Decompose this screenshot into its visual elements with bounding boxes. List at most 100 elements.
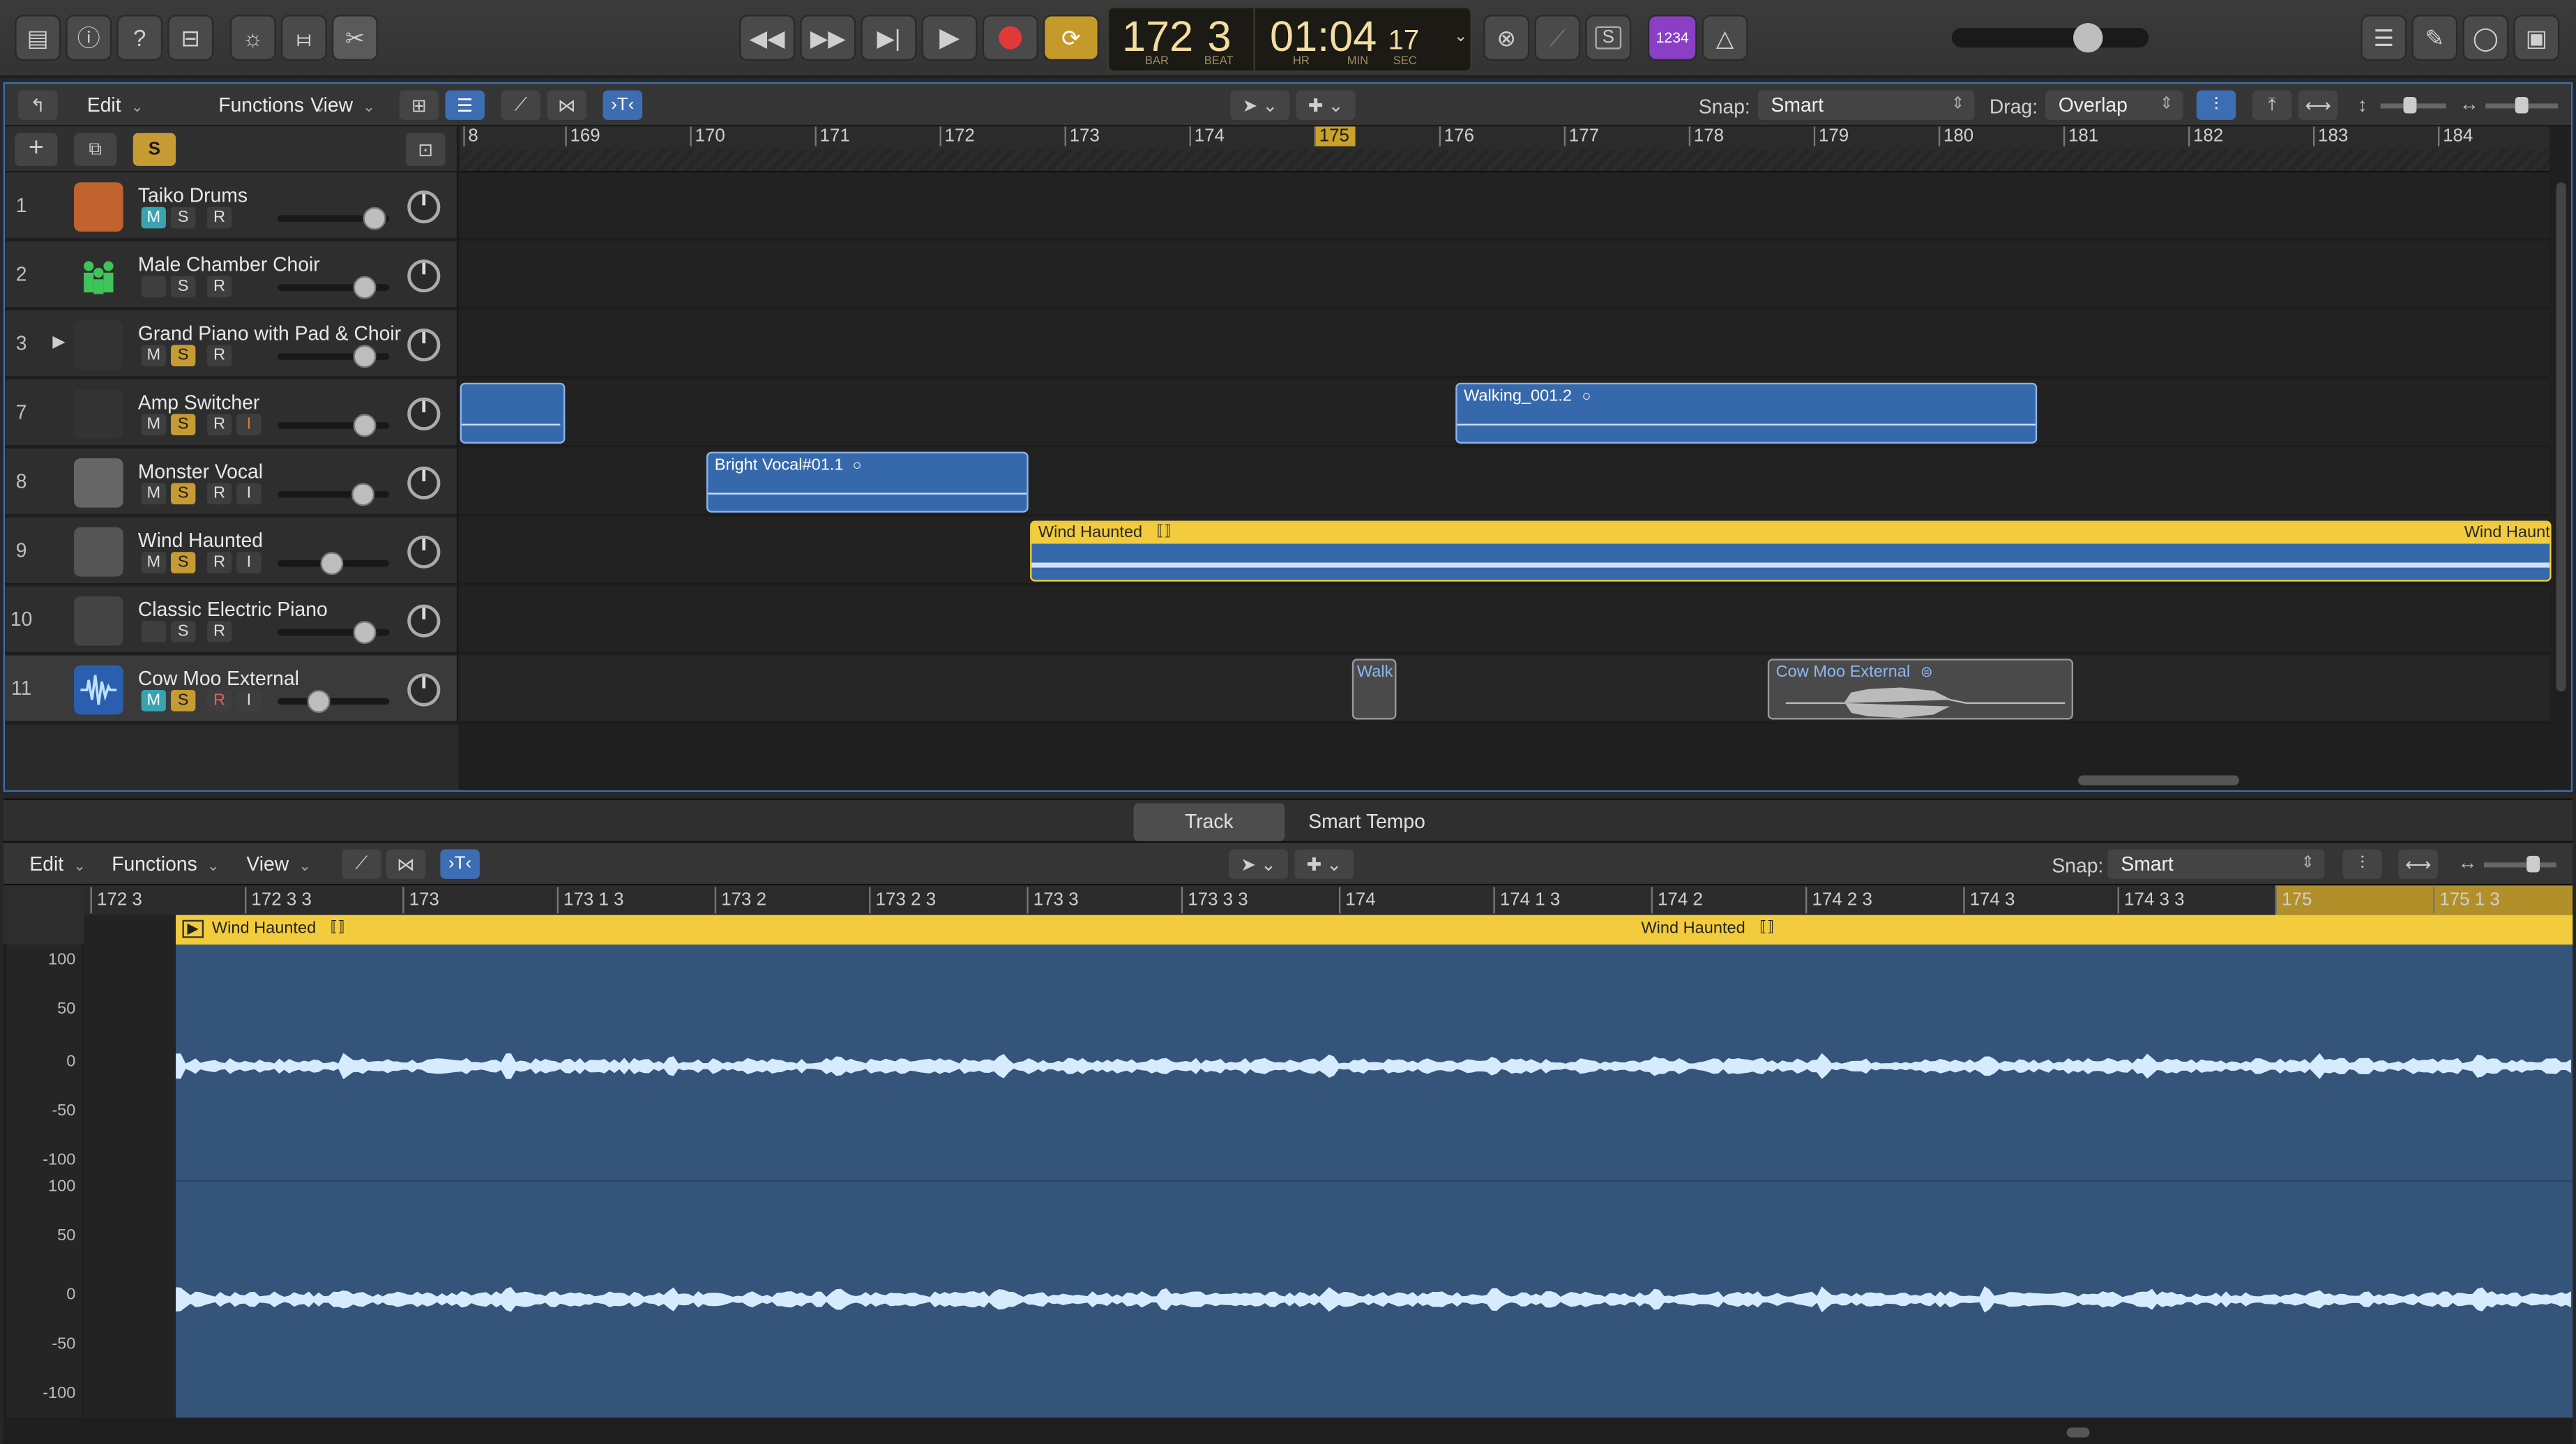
editor-functions-menu[interactable]: Functions ⌄ [112,849,219,878]
volume-fader[interactable] [278,206,390,230]
vertical-fit-button[interactable]: ⤒ [2252,90,2292,120]
region-play-icon[interactable]: ▶ [182,919,204,938]
pan-knob[interactable] [407,328,441,362]
horizontal-fit-button[interactable]: ⟷ [2298,90,2338,120]
pan-knob[interactable] [407,604,441,638]
track-header[interactable]: 1 Taiko Drums M S R [5,172,459,240]
volume-fader[interactable] [278,276,390,299]
horizontal-scrollbar[interactable] [2078,775,2239,785]
notepad-button[interactable]: ✎ [2411,15,2458,61]
volume-fader[interactable] [278,414,390,437]
track-name[interactable]: Male Chamber Choir [138,253,320,276]
volume-fader[interactable] [278,690,390,714]
volume-fader[interactable] [278,345,390,368]
disclosure-triangle-icon[interactable]: ▶ [52,333,65,352]
mute-button[interactable]: M [141,483,166,504]
volume-fader-knob[interactable] [353,345,377,368]
solo-button[interactable]: S [171,345,196,367]
mute-button[interactable] [141,621,166,642]
editor-pointer-tool[interactable]: ➤ ⌄ [1229,849,1288,879]
pan-knob[interactable] [407,466,441,499]
inspector-button[interactable]: ⓘ [66,15,112,61]
track-lane[interactable]: Walk Cow Moo External ⊜ [460,655,2550,723]
metronome-button[interactable]: △ [1702,15,1748,61]
track-header[interactable]: 7 Amp Switcher M S R I [5,379,459,447]
pointer-tool-menu[interactable]: ➤ ⌄ [1230,90,1290,120]
solo-button[interactable]: S [1585,15,1632,61]
cycle-button[interactable]: ⟳ [1043,15,1100,61]
input-monitor-button[interactable]: I [236,690,262,712]
mute-button[interactable]: M [141,690,166,712]
editor-zoom-slider[interactable] [2483,855,2556,873]
choir-icon[interactable] [74,251,123,301]
editor-edit-menu[interactable]: Edit ⌄ [29,849,86,878]
mute-button[interactable]: M [141,206,166,229]
editor-ruler[interactable]: 172 3 172 3 3 173 173 1 3 173 2 173 2 3 173 3 1… [84,885,2573,915]
duplicate-track-button[interactable]: ⧉ [74,133,117,166]
solo-button[interactable]: S [171,206,196,229]
record-enable-button[interactable]: R [206,483,232,504]
record-enable-button[interactable]: R [206,621,232,642]
record-enable-button[interactable]: R [206,276,232,298]
volume-fader[interactable] [278,552,390,576]
track-name[interactable]: Wind Haunted [138,529,263,552]
track-header[interactable]: 9 Wind Haunted M S R I [5,517,459,585]
smart-controls-button[interactable]: ☼ [229,15,276,61]
editor-scrollbar[interactable] [2066,1427,2090,1438]
input-monitor-button[interactable]: I [236,414,262,436]
lcd-display[interactable]: 172 3 BAR BEAT 01:04 17 HR MIN SEC ⌄ [1107,6,1472,73]
toolbar-button[interactable]: ⊟ [167,15,214,61]
play-button[interactable]: ▶ [921,15,978,61]
horizontal-zoom-slider[interactable] [2485,96,2558,114]
master-volume-slider[interactable] [1951,22,2149,53]
solo-button[interactable]: S [171,276,196,298]
volume-fader[interactable] [278,483,390,506]
editor-flex-button[interactable]: ⋈ [386,849,426,879]
pan-knob[interactable] [407,397,441,430]
electric-piano-icon[interactable] [74,596,123,646]
track-lane[interactable]: Wind Haunted ⟦⟧ Wind Haunte [460,517,2552,585]
tuner-button[interactable]: ⟋ [1534,15,1581,61]
region-header[interactable]: ▶ Wind Haunted ⟦⟧ Wind Haunted ⟦⟧ [176,915,2573,945]
track-header[interactable]: 2 Male Chamber Choir S R [5,241,459,309]
mute-button[interactable]: M [141,414,166,436]
volume-fader-knob[interactable] [320,552,344,576]
mixer-button[interactable]: ⧦ [280,15,327,61]
tab-track[interactable]: Track [1133,803,1285,841]
region-walking[interactable]: Walking_001.2 ○ [1455,382,2038,444]
replace-button[interactable]: ⊗ [1483,15,1530,61]
solo-button[interactable]: S [171,552,196,573]
mute-button[interactable] [141,276,166,298]
editor-secondary-tool[interactable]: ✚ ⌄ [1294,849,1354,879]
record-enable-button[interactable]: R [206,690,232,712]
track-header[interactable]: 10 Classic Electric Piano S R [5,586,459,654]
view-menu[interactable]: View ⌄ [310,91,375,120]
snap-select[interactable]: Smart ⇕ [1757,90,1975,120]
bar-ruler[interactable]: 8 169 170 171 172 173 174 175 176 177 178 179 180 181… [460,126,2550,173]
region-cow-moo[interactable]: Cow Moo External ⊜ [1767,659,2074,720]
track-lane[interactable] [460,241,2550,309]
track-name[interactable]: Taiko Drums [138,184,248,207]
region-amp-partial[interactable] [460,382,566,444]
solo-button[interactable]: S [171,621,196,642]
editor-catch-button[interactable]: ›T‹ [440,849,480,879]
drum-icon[interactable] [74,182,123,232]
pan-knob[interactable] [407,673,441,707]
volume-fader-knob[interactable] [363,206,386,230]
record-enable-button[interactable]: R [206,206,232,229]
pan-knob[interactable] [407,260,441,293]
automation-button[interactable]: ⟋ [501,90,541,120]
editor-snap-select[interactable]: Smart ⇕ [2107,849,2325,879]
track-name[interactable]: Amp Switcher [138,391,259,414]
piano-icon[interactable] [74,320,123,370]
drag-select[interactable]: Overlap ⇕ [2045,90,2183,120]
mute-button[interactable]: M [141,552,166,573]
editor-waveform-zoom-button[interactable]: ⫶ [2342,849,2382,879]
track-header[interactable]: 11 Cow Moo External M S R I [5,655,459,723]
go-to-end-button[interactable]: ▶| [861,15,917,61]
guitar-icon[interactable] [74,527,123,577]
track-lane[interactable]: Walking_001.2 ○ [460,379,2550,447]
track-lane[interactable]: Bright Vocal#01.1 ○ [460,448,2550,516]
editor-horizontal-fit-button[interactable]: ⟷ [2398,849,2439,879]
input-monitor-button[interactable]: I [236,483,262,504]
